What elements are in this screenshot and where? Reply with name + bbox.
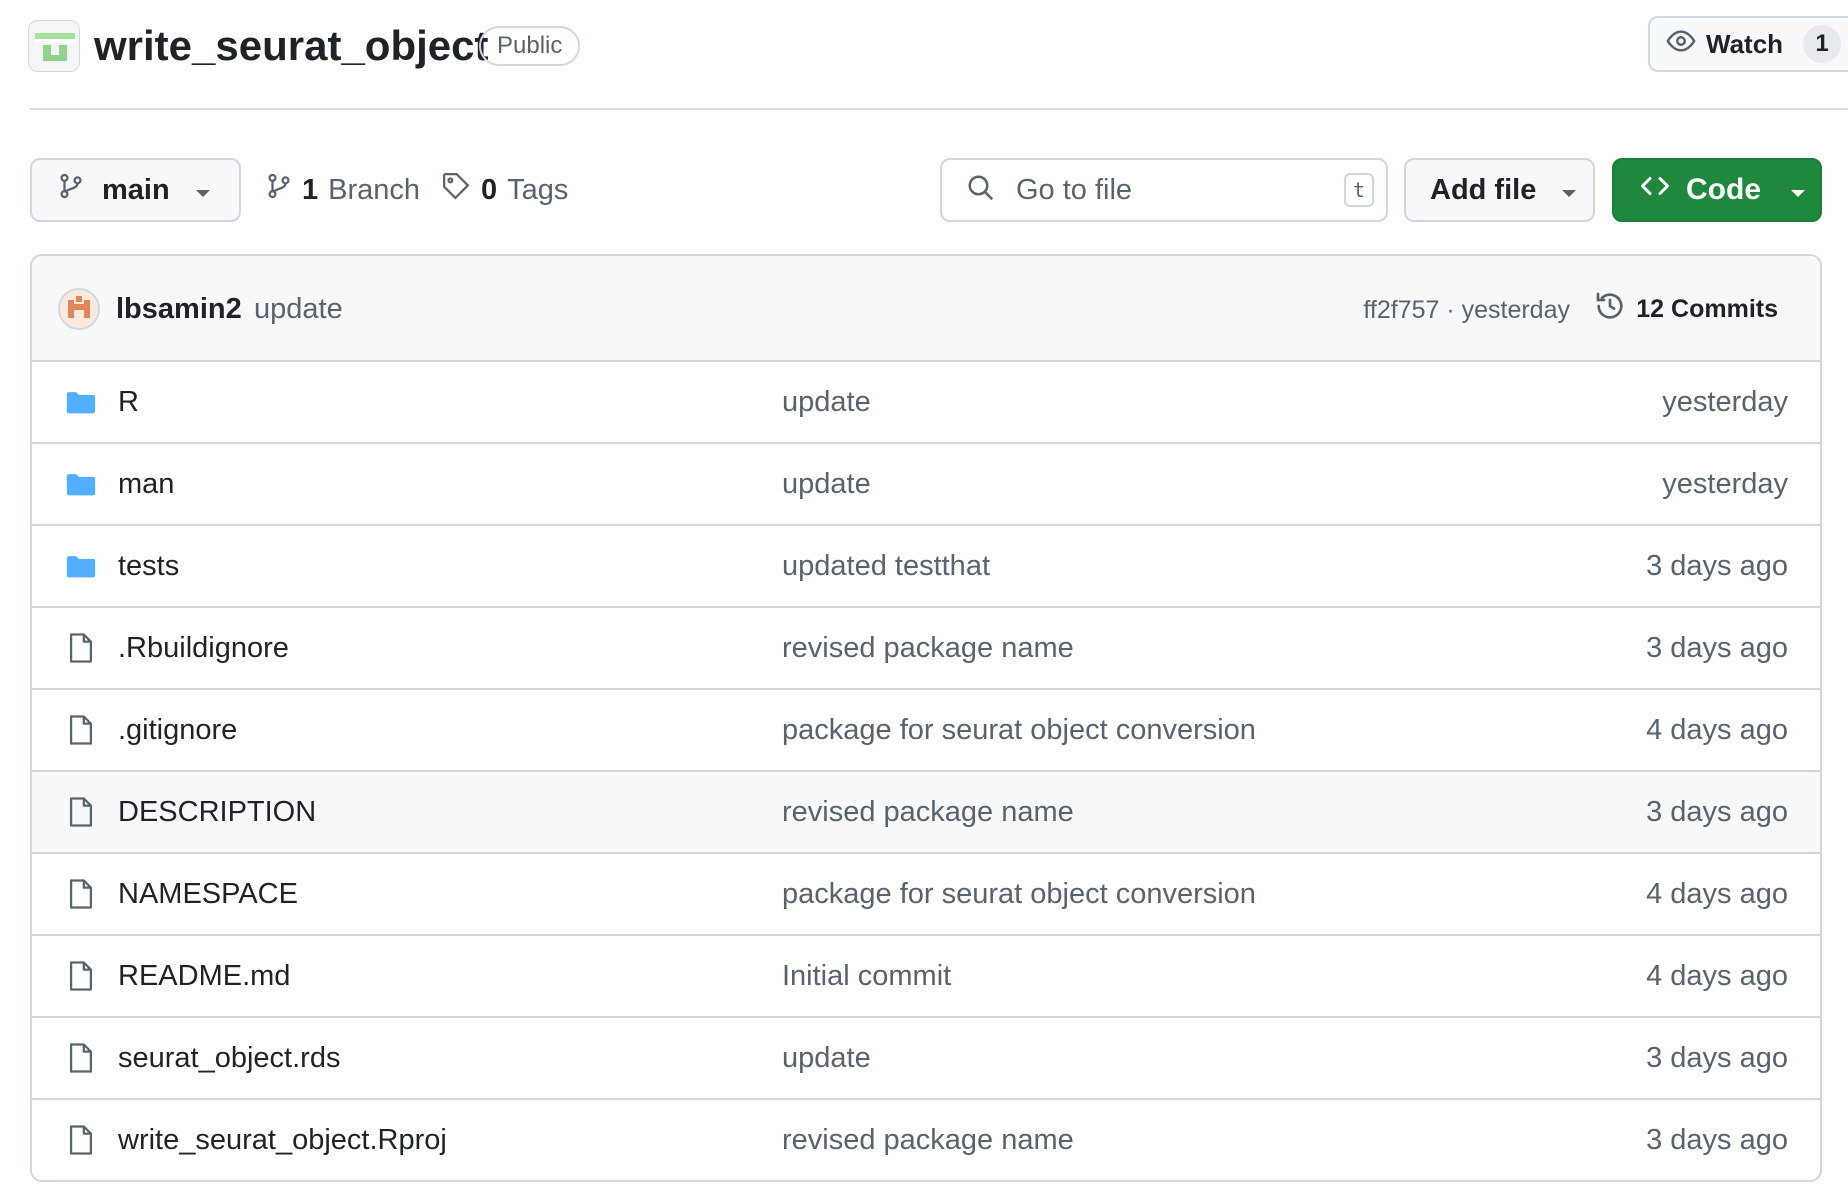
eye-icon: [1666, 26, 1696, 63]
file-commit-message[interactable]: revised package name: [782, 629, 1074, 667]
repo-title[interactable]: write_seurat_object: [94, 20, 489, 72]
commits-history-link[interactable]: 12 Commits: [1594, 286, 1778, 332]
file-name-link[interactable]: .Rbuildignore: [118, 629, 289, 667]
go-to-file-input[interactable]: [1014, 172, 1318, 208]
file-icon: [64, 795, 98, 829]
go-to-file-search[interactable]: t: [940, 158, 1388, 222]
branch-select[interactable]: main: [30, 158, 241, 222]
folder-icon: [64, 385, 98, 419]
file-name-link[interactable]: seurat_object.rds: [118, 1039, 340, 1077]
file-name-link[interactable]: man: [118, 465, 174, 503]
file-commit-date: 3 days ago: [1646, 1042, 1788, 1074]
file-row[interactable]: write_seurat_object.Rproj revised package…: [32, 1100, 1820, 1180]
file-commit-date: 3 days ago: [1646, 796, 1788, 828]
branch-name: main: [102, 173, 170, 206]
file-commit-date: yesterday: [1662, 386, 1788, 418]
author-avatar[interactable]: [58, 288, 100, 330]
file-name-link[interactable]: R: [118, 383, 139, 421]
code-icon: [1638, 171, 1672, 209]
file-icon: [64, 1041, 98, 1075]
tag-count: 0: [481, 173, 498, 206]
file-row[interactable]: NAMESPACE package for seurat object conve…: [32, 854, 1820, 936]
file-commit-date: 4 days ago: [1646, 960, 1788, 992]
header-divider: [30, 108, 1848, 110]
file-name-link[interactable]: README.md: [118, 957, 290, 995]
code-label: Code: [1686, 173, 1761, 206]
chevron-down-icon: [194, 174, 212, 207]
latest-commit-bar: lbsamin2 update ff2f757 · yesterday 12 C…: [32, 256, 1820, 362]
tags-link[interactable]: 0 Tags: [441, 164, 568, 216]
file-commit-message[interactable]: package for seurat object conversion: [782, 711, 1256, 749]
commit-author[interactable]: lbsamin2: [116, 290, 242, 328]
file-name-link[interactable]: tests: [118, 547, 179, 585]
branches-link[interactable]: 1 Branch: [266, 164, 420, 216]
file-row[interactable]: README.md Initial commit 4 days ago: [32, 936, 1820, 1018]
file-commit-message[interactable]: update: [782, 383, 871, 421]
git-branch-icon: [58, 171, 84, 209]
folder-icon: [64, 549, 98, 583]
file-icon: [64, 631, 98, 665]
file-commit-date: yesterday: [1662, 468, 1788, 500]
file-row[interactable]: Rupdate yesterday: [32, 362, 1820, 444]
file-commit-message[interactable]: package for seurat object conversion: [782, 875, 1256, 913]
watch-label: Watch: [1706, 28, 1784, 59]
file-table: lbsamin2 update ff2f757 · yesterday 12 C…: [30, 254, 1822, 1182]
file-commit-message[interactable]: update: [782, 1039, 871, 1077]
chevron-down-icon: [1789, 173, 1807, 207]
file-row[interactable]: .Rbuildignore revised package name 3 days …: [32, 608, 1820, 690]
add-file-label: Add file: [1430, 173, 1537, 206]
file-name-link[interactable]: write_seurat_object.Rproj: [118, 1121, 447, 1159]
tag-label: Tags: [507, 173, 569, 206]
file-commit-date: 4 days ago: [1646, 714, 1788, 746]
file-commit-message[interactable]: update: [782, 465, 871, 503]
file-commit-date: 3 days ago: [1646, 632, 1788, 664]
file-icon: [64, 713, 98, 747]
file-commit-message[interactable]: revised package name: [782, 793, 1074, 831]
commit-message[interactable]: update: [254, 290, 343, 328]
folder-icon: [64, 467, 98, 501]
code-button[interactable]: Code: [1612, 158, 1822, 222]
file-row[interactable]: man update yesterday: [32, 444, 1820, 526]
file-row[interactable]: .gitignore package for seurat object conv…: [32, 690, 1820, 772]
file-name-link[interactable]: DESCRIPTION: [118, 793, 316, 831]
file-name-link[interactable]: .gitignore: [118, 711, 237, 749]
history-icon: [1594, 290, 1626, 329]
file-row[interactable]: tests updated testthat 3 days ago: [32, 526, 1820, 608]
commits-count-label: 12 Commits: [1636, 294, 1778, 323]
file-row[interactable]: DESCRIPTION revised package name 3 days ag…: [32, 772, 1820, 854]
file-row[interactable]: seurat_object.rds update 3 days ago: [32, 1018, 1820, 1100]
file-icon: [64, 877, 98, 911]
branch-label: Branch: [328, 173, 421, 206]
file-commit-date: 3 days ago: [1646, 550, 1788, 582]
repo-avatar: [28, 20, 80, 72]
file-commit-message[interactable]: updated testthat: [782, 547, 990, 585]
file-commit-message[interactable]: revised package name: [782, 1121, 1074, 1159]
file-name-link[interactable]: NAMESPACE: [118, 875, 298, 913]
keyboard-shortcut-hint: t: [1344, 173, 1374, 207]
add-file-button[interactable]: Add file: [1404, 158, 1595, 222]
search-icon: [966, 173, 996, 208]
file-icon: [64, 959, 98, 993]
visibility-badge: Public: [479, 26, 581, 66]
file-icon: [64, 1123, 98, 1157]
commit-hash-and-time[interactable]: ff2f757 · yesterday: [1363, 292, 1570, 328]
file-commit-date: 4 days ago: [1646, 878, 1788, 910]
tag-icon: [441, 171, 471, 209]
git-branch-icon: [266, 171, 292, 209]
watch-count: 1: [1803, 25, 1842, 63]
file-commit-message[interactable]: Initial commit: [782, 957, 951, 995]
chevron-down-icon: [1560, 174, 1578, 207]
watch-button[interactable]: Watch 1: [1648, 16, 1848, 72]
branch-count: 1: [302, 173, 319, 206]
file-commit-date: 3 days ago: [1646, 1124, 1788, 1156]
